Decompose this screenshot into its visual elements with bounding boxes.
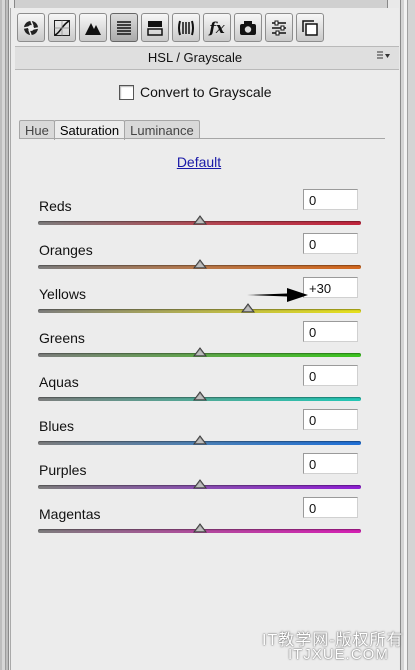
hsl-tabs: Hue Saturation Luminance (19, 119, 200, 140)
panel-title: HSL / Grayscale (147, 50, 243, 65)
slider-label: Greens (39, 330, 85, 346)
slider-value-field[interactable]: 0 (303, 453, 358, 474)
convert-to-grayscale-label: Convert to Grayscale (140, 84, 272, 100)
tab-divider (19, 138, 385, 139)
snapshots-icon[interactable] (296, 13, 324, 42)
panel-header: HSL / Grayscale (15, 46, 399, 70)
slider-label: Yellows (39, 286, 86, 302)
slider-magentas: Magentas 0 (38, 497, 374, 547)
default-link[interactable]: Default (11, 154, 387, 170)
hsl-grayscale-icon[interactable] (110, 13, 138, 42)
watermark-line-2: ITJXUE.COM (288, 646, 389, 663)
detail-icon[interactable] (79, 13, 107, 42)
presets-icon[interactable] (265, 13, 293, 42)
split-toning-icon[interactable] (141, 13, 169, 42)
fx-label: fx (209, 18, 225, 37)
slider-label: Oranges (39, 242, 93, 258)
slider-value-field[interactable]: 0 (303, 497, 358, 518)
slider-label: Aquas (39, 374, 79, 390)
camera-calibration-icon[interactable] (234, 13, 262, 42)
effects-icon[interactable]: fx (203, 13, 231, 42)
tab-luminance[interactable]: Luminance (124, 120, 200, 139)
tone-curve-icon[interactable] (48, 13, 76, 42)
convert-to-grayscale[interactable]: Convert to Grayscale (119, 84, 272, 100)
slider-track[interactable] (38, 309, 361, 313)
window-top-edge (14, 0, 388, 8)
tab-saturation[interactable]: Saturation (53, 120, 126, 140)
slider-value-field[interactable]: 0 (303, 409, 358, 430)
hsl-panel: fx HSL / Grayscale Convert to Grayscale … (10, 8, 399, 670)
slider-value-field[interactable]: 0 (303, 365, 358, 386)
lens-corrections-icon[interactable] (172, 13, 200, 42)
slider-label: Purples (39, 462, 87, 478)
scrollbar-edge[interactable] (400, 0, 415, 670)
panel-toolbar: fx (11, 10, 399, 46)
window-frame-left (0, 0, 9, 670)
slider-value-field[interactable]: 0 (303, 321, 358, 342)
aperture-icon[interactable] (17, 13, 45, 42)
slider-value-field[interactable]: 0 (303, 233, 358, 254)
slider-label: Blues (39, 418, 75, 434)
tab-hue[interactable]: Hue (19, 120, 55, 139)
panel-menu-icon[interactable] (377, 51, 391, 64)
slider-value-field[interactable]: +30 (303, 277, 358, 298)
slider-label: Magentas (39, 506, 101, 522)
slider-label: Reds (39, 198, 72, 214)
arrow-annotation-icon (247, 285, 309, 310)
slider-value-field[interactable]: 0 (303, 189, 358, 210)
convert-to-grayscale-checkbox[interactable] (119, 84, 134, 100)
